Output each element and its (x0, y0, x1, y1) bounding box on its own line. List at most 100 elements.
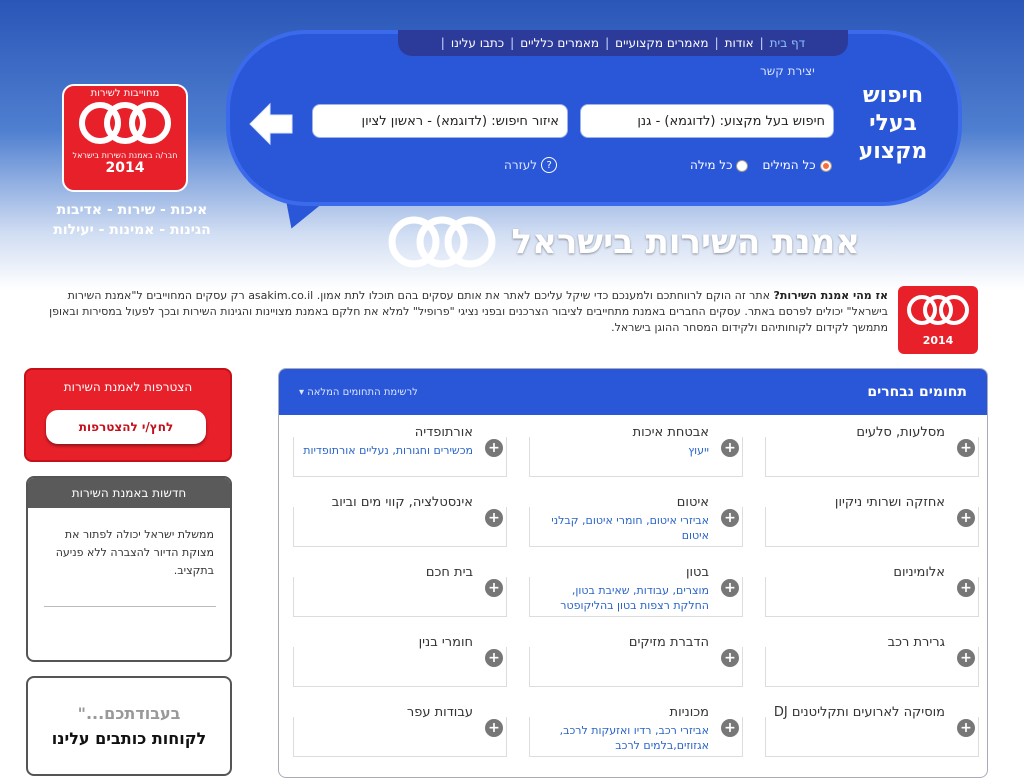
search-title-line: חיפוש (862, 83, 924, 108)
category-item[interactable]: + אינסטלציה, קווי מים וביוב (291, 495, 507, 547)
category-name[interactable]: בית חכם (426, 565, 473, 580)
category-item[interactable]: + עבודות עפר (291, 705, 507, 757)
nav-press[interactable]: כתבו עלינו (451, 36, 504, 50)
category-name[interactable]: עבודות עפר (407, 705, 473, 720)
small-charter-badge: 2014 (898, 286, 978, 354)
category-frame (293, 647, 507, 687)
small-badge-year: 2014 (922, 334, 954, 347)
category-subcategories[interactable]: מוצרים, עבודות, שאיבת בטון, החלקת רצפות … (533, 583, 709, 613)
search-title-line: בעלי (869, 111, 917, 136)
join-title: הצטרפות לאמנת השירות (63, 380, 193, 394)
expand-plus-icon[interactable]: + (721, 509, 739, 527)
nav-professional-articles[interactable]: מאמרים מקצועיים (615, 36, 708, 50)
nav-separator: | (440, 36, 445, 50)
quick-contact-link[interactable]: יצירת קשר (760, 64, 815, 78)
category-frame (765, 577, 979, 617)
nav-separator: | (759, 36, 764, 50)
nav-separator: | (714, 36, 719, 50)
category-item[interactable]: + איטום אביזרי איטום, חומרי איטום, קבלני א… (527, 495, 743, 547)
area-search-input[interactable]: איזור חיפוש: (לדוגמא) - ראשון לציון (312, 104, 568, 138)
slogan-line: איכות - שירות - אדיבות (56, 202, 208, 218)
profession-search-input[interactable]: חיפוש בעל מקצוע: (לדוגמא) - גנן (580, 104, 834, 138)
category-item[interactable]: + מכוניות אביזרי רכב, רדיו ואזעקות לרכב, א… (527, 705, 743, 757)
radio-unchecked-icon (736, 159, 749, 172)
category-item[interactable]: + אורתופדיה מכשירים וחגורות, נעליים אורתופ… (291, 425, 507, 477)
news-divider (44, 606, 216, 607)
category-name[interactable]: הדברת מזיקים (629, 635, 709, 650)
expand-plus-icon[interactable]: + (957, 719, 975, 737)
categories-grid: + מסלעות, סלעים + אבטחת איכות ייעוץ + אורתופדי… (289, 425, 979, 757)
join-button[interactable]: לחץ/י להצטרפות (46, 410, 206, 444)
profession-search-value: חיפוש בעל מקצוע: (לדוגמא) - גנן (637, 113, 825, 129)
category-name[interactable]: בטון (686, 565, 709, 580)
news-item[interactable]: ממשלת ישראל יכולה לפתור את מצוקת הדיור ל… (28, 508, 230, 580)
news-title: חדשות באמנת השירות (28, 478, 230, 508)
category-name[interactable]: איטום (677, 495, 709, 510)
brand-name: אמנת השירות בישראל (511, 222, 861, 262)
nav-home[interactable]: דף בית (770, 36, 806, 50)
full-list-link[interactable]: לרשימת התחומים המלאה ▾ (299, 387, 418, 398)
category-item[interactable]: + גרירת רכב (763, 635, 979, 687)
expand-plus-icon[interactable]: + (485, 649, 503, 667)
category-subcategories[interactable]: אביזרי רכב, רדיו ואזעקות לרכב, אגזוזים,ב… (533, 723, 709, 753)
radio-all-label: כל המילים (762, 158, 816, 172)
expand-plus-icon[interactable]: + (485, 719, 503, 737)
category-item[interactable]: + הדברת מזיקים (527, 635, 743, 687)
area-search-value: איזור חיפוש: (לדוגמא) - ראשון לציון (361, 113, 559, 129)
slogan-line: הגינות - אמינות - יעילות (53, 222, 211, 238)
category-name[interactable]: גרירת רכב (888, 635, 945, 650)
small-rings-icon (907, 295, 969, 325)
expand-plus-icon[interactable]: + (485, 509, 503, 527)
about-question: אז מהי אמנת השירות? (773, 289, 888, 302)
category-name[interactable]: אינסטלציה, קווי מים וביוב (332, 495, 473, 510)
category-item[interactable]: + מסלעות, סלעים (763, 425, 979, 477)
nav-about[interactable]: אודות (725, 36, 754, 50)
category-name[interactable]: אבטחת איכות (633, 425, 709, 440)
category-item[interactable]: + חומרי בנין (291, 635, 507, 687)
category-name[interactable]: חומרי בנין (419, 635, 473, 650)
expand-plus-icon[interactable]: + (957, 439, 975, 457)
dropdown-arrow-icon: ▾ (299, 386, 305, 398)
nav-general-articles[interactable]: מאמרים כלליים (520, 36, 599, 50)
testimonial-quote: בעבודתכם..." (77, 704, 181, 723)
category-name[interactable]: מכוניות (670, 705, 709, 720)
expand-plus-icon[interactable]: + (721, 579, 739, 597)
expand-plus-icon[interactable]: + (721, 719, 739, 737)
category-frame (293, 507, 507, 547)
search-arrow-button[interactable] (246, 100, 296, 148)
radio-any-word[interactable]: כל מילה (690, 158, 749, 172)
full-list-label: לרשימת התחומים המלאה (307, 386, 418, 398)
category-item[interactable]: + אבטחת איכות ייעוץ (527, 425, 743, 477)
category-item[interactable]: + מוסיקה לארועים ותקליטנים DJ (763, 705, 979, 757)
help-link[interactable]: ? לעזרה (504, 157, 558, 173)
expand-plus-icon[interactable]: + (485, 579, 503, 597)
category-name[interactable]: אלומיניום (893, 565, 945, 580)
category-frame (765, 437, 979, 477)
expand-plus-icon[interactable]: + (721, 649, 739, 667)
question-icon: ? (541, 157, 558, 173)
nav-separator: | (605, 36, 610, 50)
category-subcategories[interactable]: מכשירים וחגורות, נעליים אורתופדיות (297, 443, 473, 458)
expand-plus-icon[interactable]: + (485, 439, 503, 457)
radio-any-label: כל מילה (690, 158, 733, 172)
expand-plus-icon[interactable]: + (957, 579, 975, 597)
nav-separator: | (510, 36, 515, 50)
expand-plus-icon[interactable]: + (957, 649, 975, 667)
category-name[interactable]: מוסיקה לארועים ותקליטנים DJ (774, 705, 945, 720)
expand-plus-icon[interactable]: + (957, 509, 975, 527)
category-item[interactable]: + אחזקה ושרותי ניקיון (763, 495, 979, 547)
radio-all-words[interactable]: כל המילים (762, 158, 832, 172)
radio-checked-icon (819, 159, 832, 172)
category-item[interactable]: + אלומיניום (763, 565, 979, 617)
category-name[interactable]: אורתופדיה (415, 425, 473, 440)
expand-plus-icon[interactable]: + (721, 439, 739, 457)
categories-header: תחומים נבחרים לרשימת התחומים המלאה ▾ (279, 369, 987, 415)
category-subcategories[interactable]: ייעוץ (533, 443, 709, 458)
category-subcategories[interactable]: אביזרי איטום, חומרי איטום, קבלני איטום (533, 513, 709, 543)
category-name[interactable]: אחזקה ושרותי ניקיון (835, 495, 945, 510)
category-item[interactable]: + בית חכם (291, 565, 507, 617)
rings-logo-icon (79, 102, 171, 144)
category-item[interactable]: + בטון מוצרים, עבודות, שאיבת בטון, החלקת ר… (527, 565, 743, 617)
search-mode-radios: כל המילים כל מילה (690, 158, 832, 172)
category-name[interactable]: מסלעות, סלעים (856, 425, 945, 440)
